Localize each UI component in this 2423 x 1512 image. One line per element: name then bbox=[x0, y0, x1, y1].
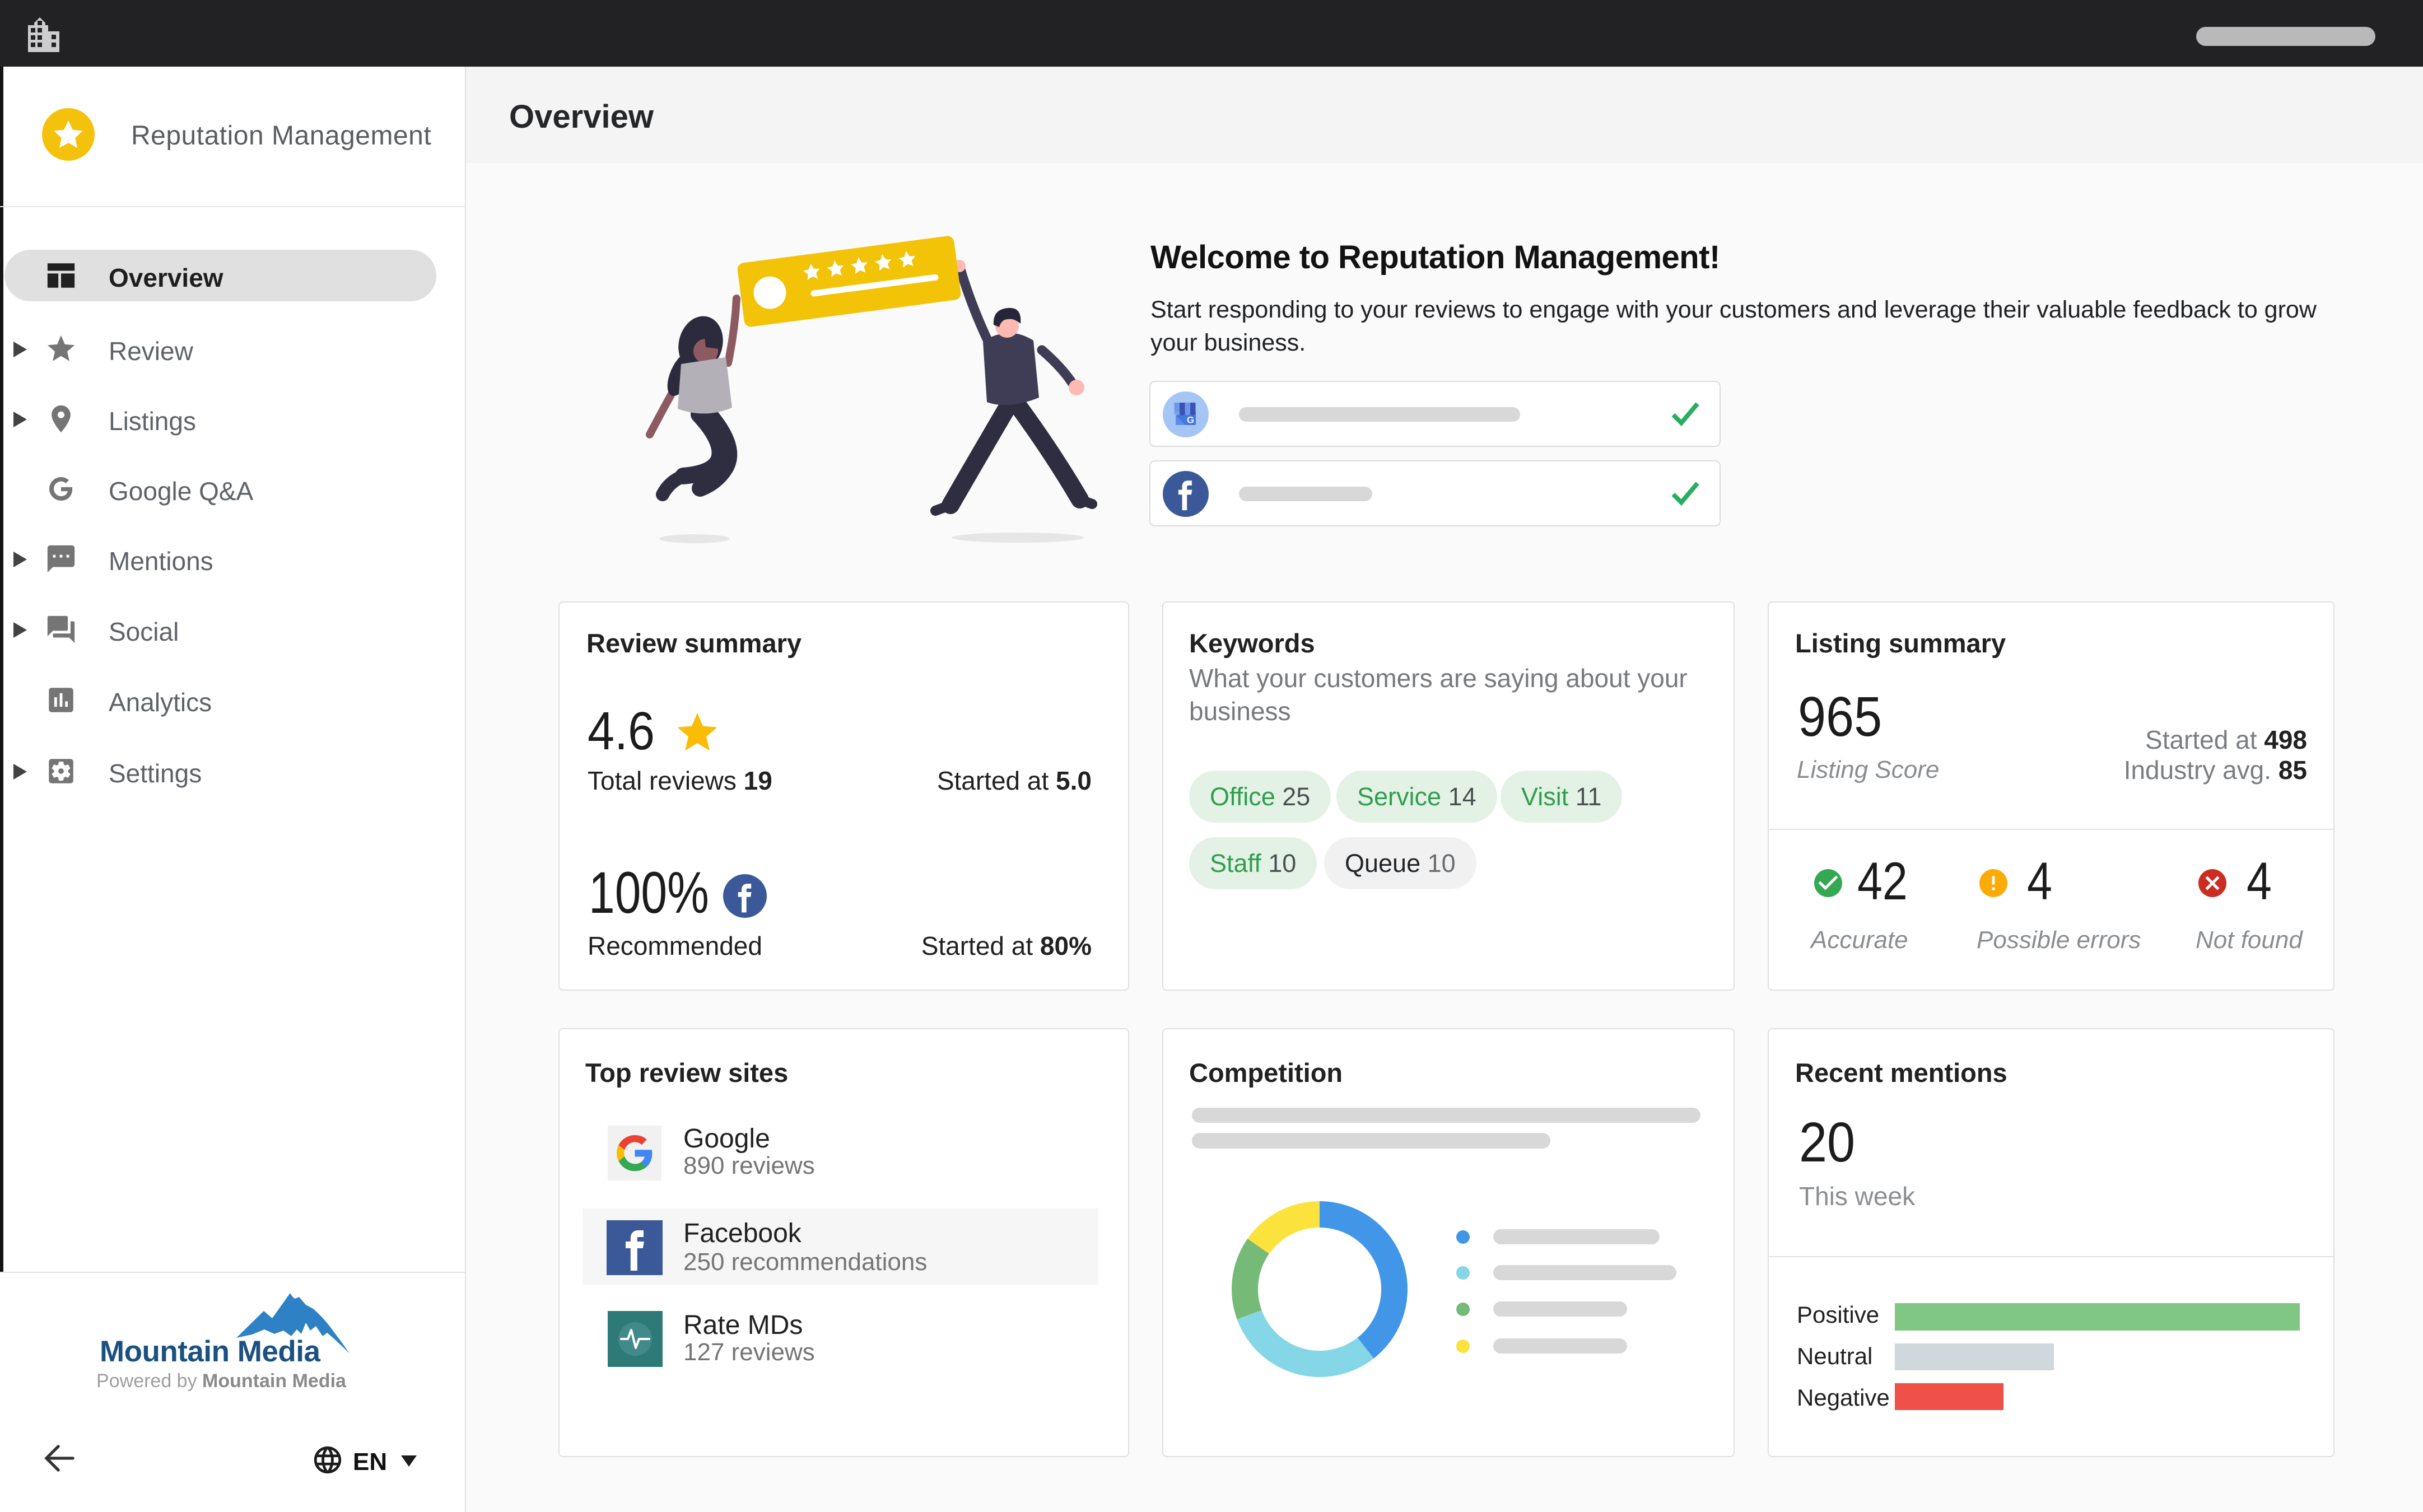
svg-text:Mountain Media: Mountain Media bbox=[100, 1335, 320, 1368]
svg-text:G: G bbox=[1187, 415, 1194, 426]
